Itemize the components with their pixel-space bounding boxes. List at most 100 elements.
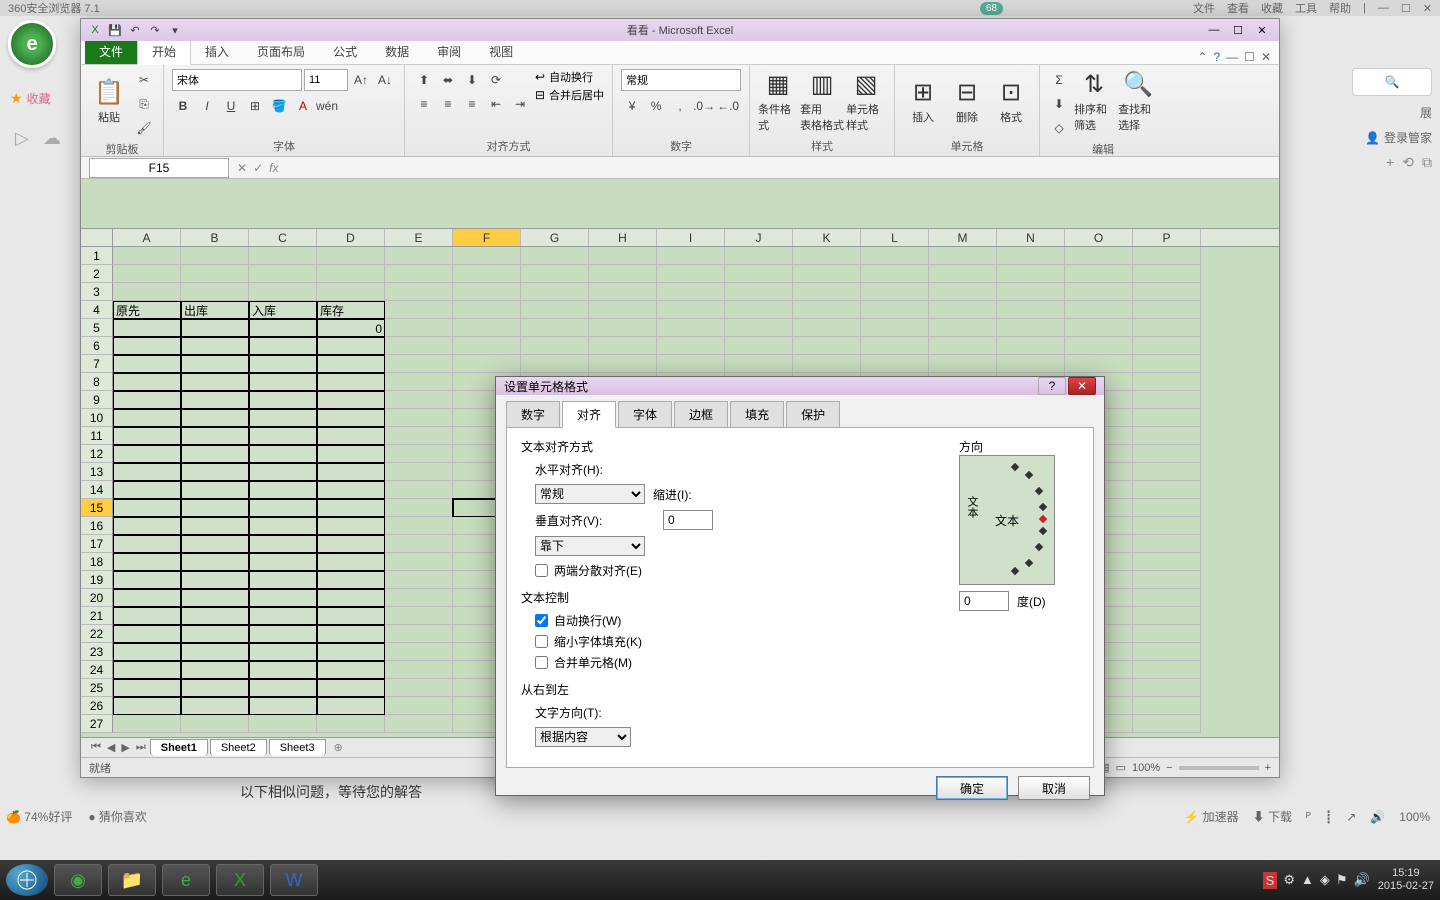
v-align-select[interactable]: 靠下 (535, 536, 645, 556)
cell[interactable] (1065, 283, 1133, 301)
cell[interactable] (113, 427, 181, 445)
cell[interactable] (793, 247, 861, 265)
cell[interactable] (317, 247, 385, 265)
cell[interactable] (1133, 409, 1201, 427)
menu-fav[interactable]: 收藏 (1261, 0, 1283, 16)
cell[interactable] (1065, 319, 1133, 337)
cell[interactable] (317, 337, 385, 355)
cell[interactable] (725, 265, 793, 283)
cell[interactable] (317, 445, 385, 463)
cell[interactable] (793, 265, 861, 283)
sheet-tab-3[interactable]: Sheet3 (269, 739, 326, 756)
col-header-O[interactable]: O (1065, 229, 1133, 246)
cell[interactable] (249, 679, 317, 697)
tabs-icon[interactable]: ⧉ (1422, 154, 1432, 171)
row-header[interactable]: 11 (81, 427, 113, 445)
currency-icon[interactable]: ¥ (621, 95, 643, 117)
col-header-L[interactable]: L (861, 229, 929, 246)
cell[interactable] (997, 319, 1065, 337)
cell[interactable] (1133, 373, 1201, 391)
cell[interactable] (929, 265, 997, 283)
align-middle-icon[interactable]: ⬌ (437, 69, 459, 91)
dialog-help-icon[interactable]: ? (1038, 377, 1066, 395)
sheet-prev-icon[interactable]: ◀ (105, 741, 117, 754)
cell[interactable] (385, 589, 453, 607)
cell[interactable] (1133, 661, 1201, 679)
cell[interactable] (249, 283, 317, 301)
tab-formula[interactable]: 公式 (319, 39, 371, 64)
cell[interactable] (113, 499, 181, 517)
cell[interactable] (1133, 445, 1201, 463)
cell[interactable] (1133, 589, 1201, 607)
browser-fav-bar[interactable]: ★ 收藏 (10, 90, 51, 107)
cell[interactable] (181, 427, 249, 445)
cell[interactable] (181, 499, 249, 517)
cell[interactable] (317, 517, 385, 535)
cell[interactable] (317, 571, 385, 589)
cell[interactable] (317, 373, 385, 391)
cell[interactable] (181, 463, 249, 481)
cell[interactable] (521, 337, 589, 355)
accel-link[interactable]: ⚡ 加速器 (1184, 808, 1238, 825)
cell[interactable] (861, 247, 929, 265)
justify-checkbox[interactable] (535, 564, 548, 577)
browser-login[interactable]: 👤 登录管家 (1365, 129, 1432, 146)
dialog-close-icon[interactable]: ✕ (1068, 377, 1096, 395)
underline-button[interactable]: U (220, 95, 242, 117)
cell[interactable] (1065, 265, 1133, 283)
cell[interactable] (385, 625, 453, 643)
cell[interactable] (181, 661, 249, 679)
cell[interactable] (249, 553, 317, 571)
cell[interactable] (793, 355, 861, 373)
cell[interactable] (657, 337, 725, 355)
merge-checkbox[interactable] (535, 656, 548, 669)
row-header[interactable]: 5 (81, 319, 113, 337)
row-header[interactable]: 18 (81, 553, 113, 571)
cell[interactable] (453, 247, 521, 265)
dtab-protect[interactable]: 保护 (786, 401, 840, 428)
cell[interactable] (317, 283, 385, 301)
cell[interactable] (1065, 355, 1133, 373)
row-header[interactable]: 15 (81, 499, 113, 517)
col-header-B[interactable]: B (181, 229, 249, 246)
cell[interactable] (181, 409, 249, 427)
cell[interactable] (113, 535, 181, 553)
cell[interactable] (113, 553, 181, 571)
wrap-text-button[interactable]: ↩ 自动换行 (535, 69, 604, 85)
cell[interactable] (589, 319, 657, 337)
cell[interactable] (385, 535, 453, 553)
tab-insert[interactable]: 插入 (191, 39, 243, 64)
cell[interactable] (385, 373, 453, 391)
cell[interactable] (317, 463, 385, 481)
row-header[interactable]: 2 (81, 265, 113, 283)
delete-cells-button[interactable]: ⊟删除 (947, 69, 987, 133)
sort-filter-button[interactable]: ⇅排序和筛选 (1074, 69, 1114, 133)
cell[interactable] (113, 265, 181, 283)
font-color-button[interactable]: A (292, 95, 314, 117)
cell[interactable] (1133, 697, 1201, 715)
excel-close-icon[interactable]: ✕ (1251, 22, 1273, 38)
tab-review[interactable]: 审阅 (423, 39, 475, 64)
cell[interactable] (725, 355, 793, 373)
zoom-label[interactable]: 100% (1399, 810, 1430, 824)
workbook-close-icon[interactable]: ✕ (1261, 50, 1271, 64)
nav-back-icon[interactable]: ▷ (15, 128, 29, 149)
orientation-icon[interactable]: ⟳ (485, 69, 507, 91)
fx-icon[interactable]: fx (269, 161, 278, 175)
menu-file[interactable]: 文件 (1193, 0, 1215, 16)
row-header[interactable]: 24 (81, 661, 113, 679)
cell[interactable] (1133, 301, 1201, 319)
merge-button[interactable]: ⊟ 合并后居中 (535, 87, 604, 103)
cell[interactable] (793, 283, 861, 301)
rating-text[interactable]: 74%好评 (24, 810, 72, 824)
cell[interactable] (453, 265, 521, 283)
fill-color-button[interactable]: 🪣 (268, 95, 290, 117)
cell[interactable] (521, 283, 589, 301)
cell[interactable] (113, 373, 181, 391)
cell[interactable] (929, 247, 997, 265)
cell[interactable] (249, 247, 317, 265)
ok-button[interactable]: 确定 (936, 776, 1008, 800)
cell[interactable] (997, 247, 1065, 265)
autosum-icon[interactable]: Σ (1048, 69, 1070, 91)
find-select-button[interactable]: 🔍查找和选择 (1118, 69, 1158, 133)
